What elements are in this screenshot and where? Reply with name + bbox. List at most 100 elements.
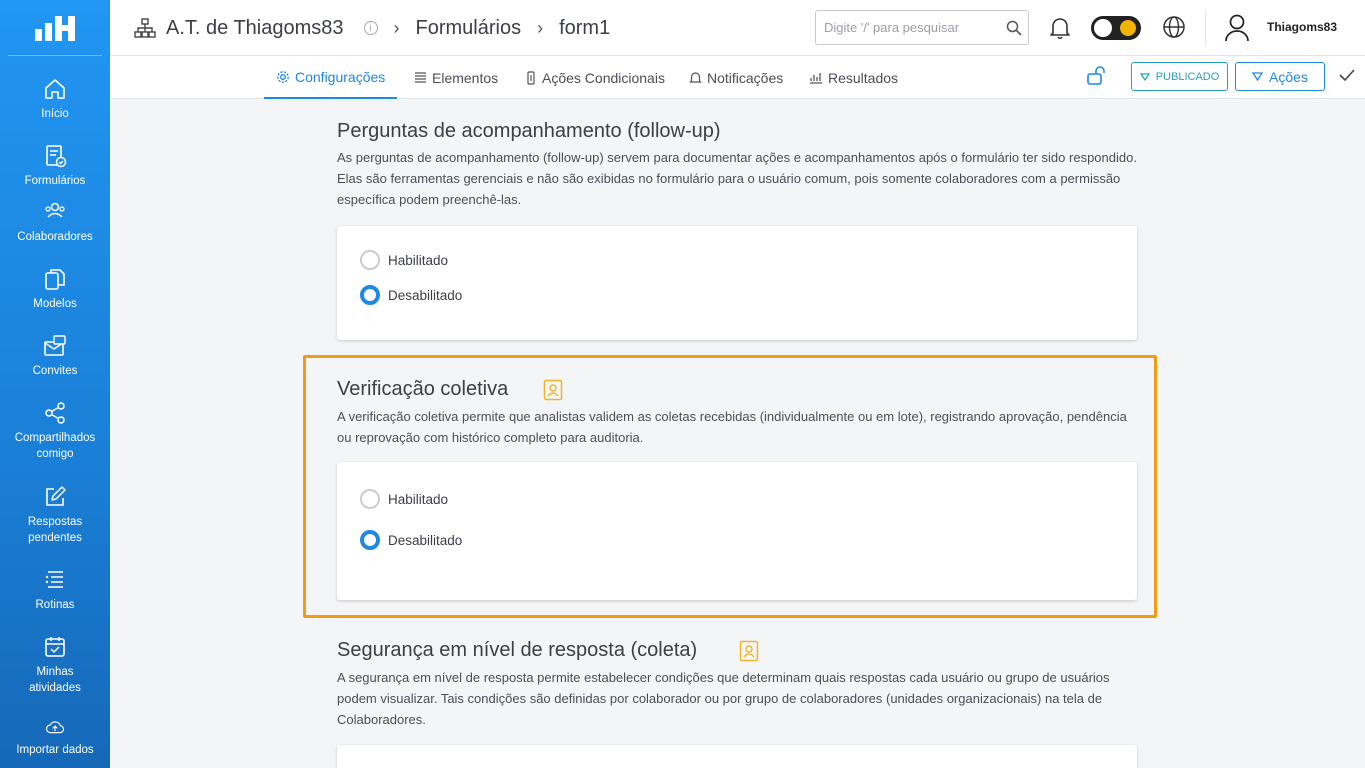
sidebar-item-label: Minhas atividades (29, 666, 81, 694)
org-tree-icon (134, 18, 156, 38)
sidebar-item-minhas-atividades[interactable]: Minhas atividades (0, 634, 110, 718)
card-followup: Habilitado Desabilitado (337, 226, 1137, 340)
list-icon (415, 72, 426, 83)
search-box (815, 10, 1029, 45)
card-security (337, 745, 1137, 768)
actions-label: Ações (1269, 68, 1308, 85)
radio-collective-enabled[interactable]: Habilitado (360, 489, 448, 509)
premium-badge-icon (543, 379, 563, 401)
radio-unchecked[interactable] (360, 489, 380, 509)
tab-label: Ações Condicionais (542, 69, 665, 86)
unlock-icon[interactable] (1086, 65, 1108, 87)
sidebar-item-colaboradores[interactable]: Colaboradores (0, 199, 110, 266)
tab-resultados[interactable]: Resultados (809, 56, 898, 99)
tab-acoes-condicionais[interactable]: Ações Condicionais (525, 56, 665, 99)
search-input[interactable] (816, 11, 996, 44)
upload-icon (45, 721, 65, 734)
username[interactable]: Thiagoms83 (1267, 20, 1337, 34)
breadcrumb-form: form1 (559, 16, 611, 39)
sidebar-item-inicio[interactable]: Início (0, 76, 110, 143)
radio-label: Habilitado (388, 252, 449, 268)
logo-icon (35, 15, 75, 41)
chevron-right-icon: › (393, 17, 400, 38)
radio-label: Desabilitado (388, 287, 463, 303)
breadcrumb-formularios[interactable]: Formulários (416, 17, 522, 40)
sidebar-item-importar-dados[interactable]: Importar dados (0, 718, 110, 758)
radio-followup-enabled[interactable]: Habilitado (360, 250, 448, 270)
invite-icon (44, 335, 66, 356)
users-icon (45, 202, 65, 218)
tab-elementos[interactable]: Elementos (414, 56, 498, 99)
chevron-right-icon: › (537, 17, 544, 38)
section-desc-collective: A verificação coletiva permite que anali… (337, 409, 1127, 445)
app-logo[interactable] (8, 0, 102, 56)
sidebar-item-label: Respostas pendentes (27, 516, 83, 544)
breadcrumb-org[interactable]: A.T. de Thiagoms83 (166, 17, 344, 40)
radio-label: Habilitado (388, 491, 449, 507)
sidebar-item-label: Início (41, 108, 69, 120)
tab-label: Elementos (432, 69, 499, 86)
sidebar-item-label: Rotinas (35, 599, 75, 611)
section-title-followup: Perguntas de acompanhamento (follow-up) (337, 120, 721, 142)
sidebar: Início Formulários Colaboradores Modelos… (0, 0, 110, 768)
home-icon (45, 79, 65, 99)
section-title-security: Segurança em nível de resposta (coleta) (337, 639, 698, 661)
user-avatar-icon[interactable] (1224, 13, 1250, 43)
sidebar-item-formularios[interactable]: Formulários (0, 143, 110, 199)
section-desc-security: A segurança em nível de resposta permite… (337, 670, 1110, 727)
chart-icon (810, 73, 822, 84)
tab-label: Configurações (295, 68, 386, 85)
gear-icon (277, 70, 289, 83)
sidebar-item-label: Compartilhados comigo (14, 432, 96, 460)
condition-icon (527, 70, 535, 85)
section-title-collective: Verificação coletiva (337, 378, 509, 400)
radio-collective-disabled[interactable]: Desabilitado (360, 530, 462, 550)
forms-icon (46, 145, 67, 168)
bell-icon (689, 71, 702, 83)
sidebar-item-compartilhados[interactable]: Compartilhados comigo (0, 400, 110, 484)
section-desc-followup: As perguntas de acompanhamento (follow-u… (337, 150, 1137, 207)
sidebar-item-label: Modelos (33, 298, 77, 310)
list-icon (45, 571, 63, 588)
sun-icon (1120, 20, 1136, 36)
published-button[interactable]: PUBLICADO (1131, 62, 1228, 91)
copy-icon (45, 269, 65, 290)
sidebar-item-rotinas[interactable]: Rotinas (0, 567, 110, 634)
sidebar-item-convites[interactable]: Convites (0, 333, 110, 400)
filter-icon (1252, 72, 1264, 81)
tab-label: Notificações (707, 69, 784, 86)
sidebar-item-label: Formulários (24, 175, 86, 187)
radio-checked[interactable] (360, 530, 380, 550)
search-icon[interactable] (1006, 20, 1022, 36)
sidebar-item-label: Importar dados (16, 744, 94, 756)
breadcrumb: A.T. de Thiagoms83 i › Formulários › for… (134, 0, 610, 56)
premium-badge-icon (739, 640, 759, 662)
radio-unchecked[interactable] (360, 250, 380, 270)
toggle-knob (1094, 19, 1112, 37)
actions-button[interactable]: Ações (1235, 62, 1325, 91)
calendar-icon (45, 637, 65, 657)
divider (1205, 10, 1206, 46)
share-icon (45, 402, 65, 424)
tabs-bar: Configurações Elementos Ações Condiciona… (110, 56, 1365, 99)
card-collective: Habilitado Desabilitado (337, 462, 1137, 600)
radio-followup-disabled[interactable]: Desabilitado (360, 285, 462, 305)
info-icon[interactable]: i (363, 21, 378, 35)
theme-toggle[interactable] (1091, 16, 1141, 40)
radio-checked[interactable] (360, 285, 380, 305)
sidebar-item-label: Convites (32, 365, 78, 377)
globe-icon[interactable] (1162, 15, 1186, 39)
tab-notificacoes[interactable]: Notificações (689, 56, 783, 99)
top-bar: A.T. de Thiagoms83 i › Formulários › for… (110, 0, 1365, 56)
sidebar-item-respostas-pendentes[interactable]: Respostas pendentes (0, 484, 110, 567)
published-label: PUBLICADO (1155, 70, 1220, 83)
filter-icon (1139, 72, 1150, 81)
bell-icon[interactable] (1048, 15, 1072, 41)
tab-label: Resultados (828, 69, 899, 86)
tab-configuracoes[interactable]: Configurações (264, 56, 398, 99)
sidebar-item-modelos[interactable]: Modelos (0, 266, 110, 333)
sidebar-item-label: Colaboradores (17, 231, 93, 243)
check-icon[interactable] (1339, 68, 1355, 82)
edit-icon (46, 486, 66, 506)
radio-label: Desabilitado (388, 532, 463, 548)
